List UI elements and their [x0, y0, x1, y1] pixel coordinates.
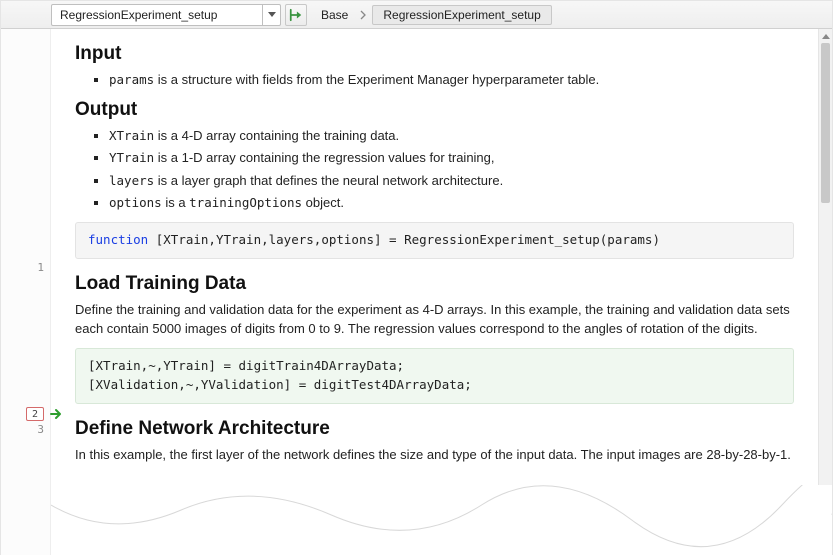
- section-heading-output: Output: [75, 99, 794, 121]
- keyword: function: [88, 232, 148, 247]
- line-number: 1: [4, 261, 44, 274]
- code-line: [XValidation,~,YValidation] = digitTest4…: [88, 377, 472, 392]
- toolbar: RegressionExperiment_setup Base Regressi…: [1, 1, 832, 29]
- scroll-up-button[interactable]: [819, 29, 832, 43]
- scrollbar-thumb[interactable]: [821, 43, 830, 203]
- param-ref: trainingOptions: [189, 195, 302, 210]
- list-item: YTrain is a 1-D array containing the reg…: [109, 149, 794, 167]
- chevron-right-icon: [360, 10, 366, 20]
- breadcrumb-base[interactable]: Base: [311, 8, 354, 22]
- param-name: options: [109, 195, 162, 210]
- editor-frame: RegressionExperiment_setup Base Regressi…: [0, 0, 833, 555]
- line-gutter[interactable]: 1 2 3: [1, 29, 51, 555]
- list-item: XTrain is a 4-D array containing the tra…: [109, 127, 794, 145]
- output-list: XTrain is a 4-D array containing the tra…: [75, 127, 794, 212]
- paragraph: Define the training and validation data …: [75, 301, 794, 339]
- param-name: params: [109, 72, 154, 87]
- paragraph: In this example, the first layer of the …: [75, 446, 794, 465]
- line-number: 3: [4, 423, 44, 436]
- breakpoint-marker[interactable]: 2: [26, 407, 44, 421]
- editor-viewport: Input params is a structure with fields …: [51, 29, 832, 555]
- chevron-down-icon: [268, 12, 276, 17]
- editor-body: 1 2 3 Input params is a structure with f…: [1, 29, 832, 555]
- scrollbar-track[interactable]: [819, 43, 832, 541]
- vertical-scrollbar[interactable]: [818, 29, 832, 555]
- bottom-torn-edge: [51, 485, 832, 555]
- chevron-up-icon: [822, 34, 830, 39]
- list-item: options is a trainingOptions object.: [109, 194, 794, 212]
- run-arrow-icon: [289, 8, 303, 22]
- input-list: params is a structure with fields from t…: [75, 71, 794, 89]
- breadcrumb-current[interactable]: RegressionExperiment_setup: [372, 5, 551, 25]
- code-block-load[interactable]: [XTrain,~,YTrain] = digitTrain4DArrayDat…: [75, 348, 794, 404]
- list-item: params is a structure with fields from t…: [109, 71, 794, 89]
- document-content: Input params is a structure with fields …: [51, 29, 818, 465]
- function-selector-dropdown-button[interactable]: [262, 4, 280, 26]
- param-name: YTrain: [109, 150, 154, 165]
- code-block-signature[interactable]: function [XTrain,YTrain,layers,options] …: [75, 222, 794, 259]
- list-item: layers is a layer graph that defines the…: [109, 172, 794, 190]
- function-selector-value: RegressionExperiment_setup: [52, 8, 262, 22]
- param-name: layers: [109, 173, 154, 188]
- param-name: XTrain: [109, 128, 154, 143]
- run-section-button[interactable]: [285, 4, 307, 26]
- code-text: [XTrain,YTrain,layers,options] = Regress…: [156, 232, 660, 247]
- breadcrumb-separator: [358, 10, 368, 20]
- section-heading-arch: Define Network Architecture: [75, 418, 794, 440]
- section-heading-input: Input: [75, 43, 794, 65]
- document-scroll-area[interactable]: Input params is a structure with fields …: [51, 29, 818, 555]
- section-heading-load: Load Training Data: [75, 273, 794, 295]
- code-line: [XTrain,~,YTrain] = digitTrain4DArrayDat…: [88, 358, 404, 373]
- function-selector[interactable]: RegressionExperiment_setup: [51, 4, 281, 26]
